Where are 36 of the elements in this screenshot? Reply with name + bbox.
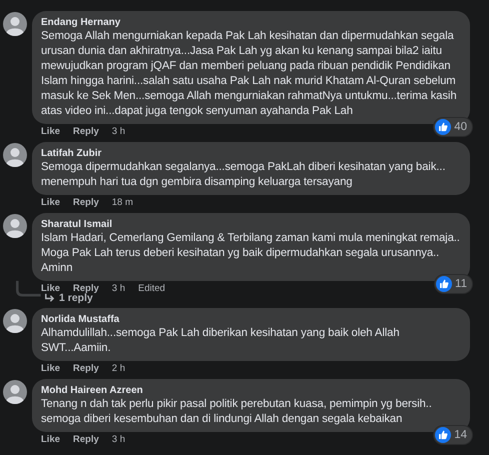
timestamp[interactable]: 3 h xyxy=(112,283,126,295)
comment-text: Semoga Allah mengurniakan kepada Pak Lah kesihatan dan dipermudahkan segala urusan dunia dan akhiratnya...Jasa Pak Lah yg akan ku kenang sampai bila2 iaitu mewujudkan program jQAF dan memberi peluang pada ribuan pendidik Pendidikan Islam hingga harini...salah satu usaha Pak Lah nak murid Khatam Al-Quran sebelum masuk ke Sek Men...semoga Allah mengurniakan rahmatNya untukmu...terima kasih atas video ini...dapat juga tengok senyuman ayahanda Pak Lah xyxy=(41,29,458,119)
timestamp[interactable]: 3 h xyxy=(112,434,126,446)
avatar[interactable] xyxy=(3,214,27,238)
timestamp[interactable]: 3 h xyxy=(112,126,126,138)
comment-text: Alhamdulillah...semoga Pak Lah diberikan kesihatan yang baik oleh Allah SWT...Aamiin. xyxy=(41,326,400,356)
like-link[interactable]: Like xyxy=(41,434,60,446)
reaction-count[interactable]: 14 xyxy=(434,426,472,444)
thumbs-up-icon xyxy=(435,119,452,135)
reply-link[interactable]: Reply xyxy=(73,126,99,138)
like-link[interactable]: Like xyxy=(41,197,60,209)
reply-link[interactable]: Reply xyxy=(73,434,99,446)
author-name[interactable]: Sharatul Ismail xyxy=(41,218,461,231)
reply-link[interactable]: Reply xyxy=(73,197,99,209)
thumbs-up-icon xyxy=(435,427,452,443)
timestamp[interactable]: 2 h xyxy=(112,363,126,375)
timestamp[interactable]: 18 m xyxy=(112,197,134,209)
edited-label: Edited xyxy=(138,283,166,295)
avatar[interactable] xyxy=(3,12,27,36)
avatar[interactable] xyxy=(3,309,27,333)
avatar[interactable] xyxy=(3,143,27,167)
comment-text: Islam Hadari, Cemerlang Gemilang & Terbilang zaman kami mula meningkat remaja.. Moga Pak Lah terus deberi kesihatan yg baik dipermudahkan segala urusannya.. Aminn xyxy=(41,231,461,276)
comment-text: Tenang n dah tak perlu pikir pasal politik perebutan kuasa, pemimpin yg bersih.. semoga diberi kesembuhan dan di lindungi Allah dengan segala kebaikan xyxy=(41,397,433,427)
avatar[interactable] xyxy=(3,380,27,404)
like-link[interactable]: Like xyxy=(41,126,60,138)
reply-link[interactable]: Reply xyxy=(73,363,99,375)
thumbs-up-icon xyxy=(436,276,452,292)
author-name[interactable]: Latifah Zubir xyxy=(41,147,461,160)
author-name[interactable]: Endang Hernany xyxy=(41,16,461,29)
comment-text: Semoga dipermudahkan segalanya...semoga PakLah diberi kesihatan yang baik... menempuh hari tua dgn gembira disamping keluarga tersayang xyxy=(41,160,446,190)
like-link[interactable]: Like xyxy=(41,363,60,375)
reaction-count[interactable]: 40 xyxy=(434,118,472,136)
reaction-count[interactable]: 11 xyxy=(435,275,472,293)
author-name[interactable]: Norlida Mustaffa xyxy=(41,313,461,326)
author-name[interactable]: Mohd Haireen Azreen xyxy=(41,384,461,397)
reply-arrow-icon xyxy=(44,292,55,304)
